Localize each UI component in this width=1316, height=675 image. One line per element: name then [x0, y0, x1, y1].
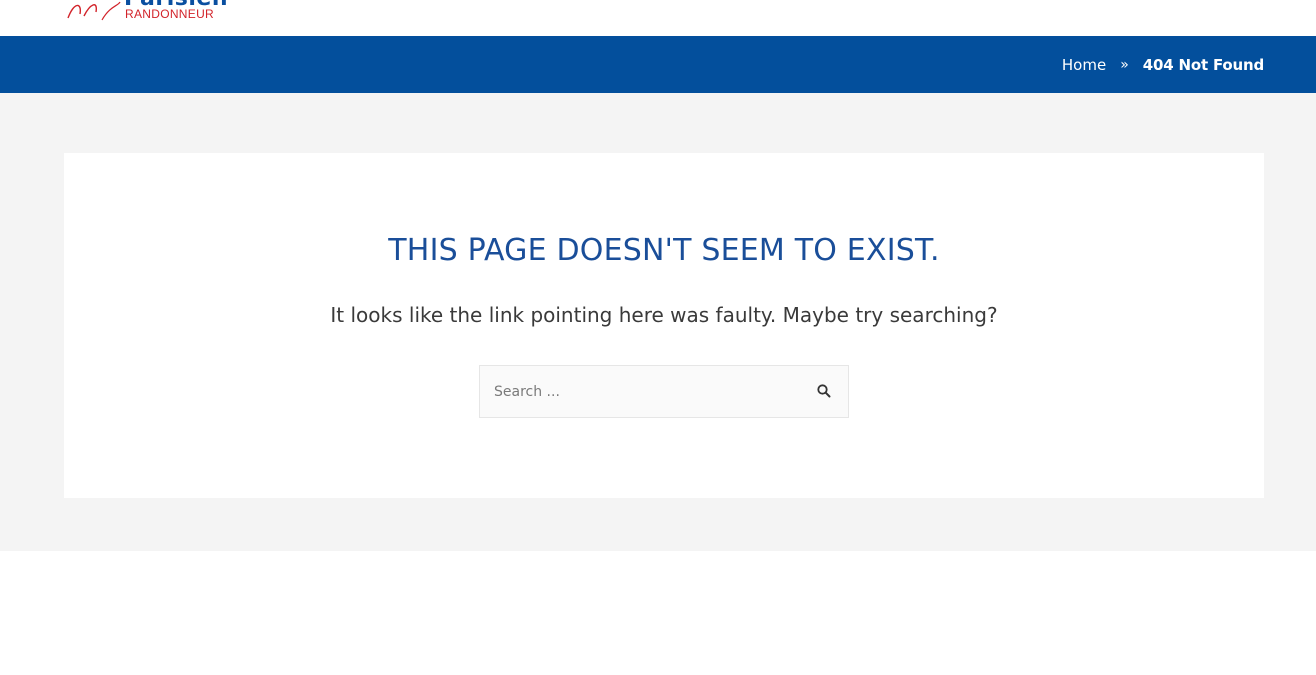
breadcrumb-separator: »	[1120, 56, 1129, 73]
error-message: It looks like the link pointing here was…	[330, 303, 998, 327]
breadcrumb: Home » 404 Not Found	[1062, 36, 1264, 93]
search-form	[479, 365, 849, 418]
title-bar: Home » 404 Not Found	[0, 36, 1316, 93]
search-input[interactable]	[480, 366, 800, 417]
breadcrumb-home-link[interactable]: Home	[1062, 56, 1106, 74]
site-logo[interactable]: Parisien RANDONNEUR	[62, 0, 232, 36]
logo-swirl-icon	[67, 1, 121, 21]
error-card: THIS PAGE DOESN'T SEEM TO EXIST. It look…	[64, 153, 1264, 498]
page: Parisien RANDONNEUR Home » 404 Not Found…	[0, 0, 1316, 675]
page-title: THIS PAGE DOESN'T SEEM TO EXIST.	[388, 233, 940, 268]
site-header: Parisien RANDONNEUR	[0, 0, 1316, 36]
search-button[interactable]	[816, 383, 832, 399]
search-icon	[817, 384, 831, 398]
content-area: THIS PAGE DOESN'T SEEM TO EXIST. It look…	[0, 93, 1316, 551]
breadcrumb-current: 404 Not Found	[1142, 55, 1264, 74]
logo-subtitle: RANDONNEUR	[125, 7, 215, 21]
